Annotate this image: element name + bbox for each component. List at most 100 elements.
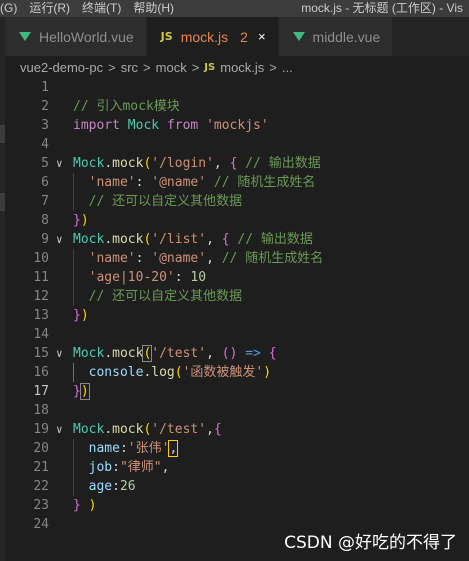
code-line[interactable]: 3 import Mock from 'mockjs' <box>5 116 469 135</box>
code-token: "律师" <box>119 460 162 475</box>
code-token: : <box>119 441 128 456</box>
code-text: name:'张伟', <box>73 439 179 458</box>
code-text: // 还可以自定义其他数据 <box>73 287 242 306</box>
menu-run[interactable]: 运行(R) <box>23 0 76 17</box>
code-text: Mock.mock('/test', () => { <box>73 344 277 363</box>
editor-tabs: HelloWorld.vue JS mock.js 2 × middle.vue <box>5 17 469 56</box>
menu-go[interactable]: (G) <box>0 0 23 17</box>
breadcrumb-item[interactable]: src <box>121 60 138 75</box>
line-number: 4 <box>41 137 49 152</box>
code-line[interactable]: 14 <box>5 325 469 344</box>
code-token: 10 <box>190 270 207 285</box>
code-line[interactable]: 20 name:'张伟', <box>5 439 469 458</box>
code-text: }) <box>73 306 89 325</box>
line-number: 16 <box>33 365 49 380</box>
code-token: Mock <box>73 156 105 171</box>
code-line[interactable]: 11 'age|10-20': 10 <box>5 268 469 287</box>
menu-help[interactable]: 帮助(H) <box>127 0 180 17</box>
code-line[interactable]: 19 ∨ Mock.mock('/test',{ <box>5 420 469 439</box>
code-token: { <box>221 232 230 247</box>
code-token: Mock <box>73 232 105 247</box>
code-line[interactable]: 13}) <box>5 306 469 325</box>
menu-terminal[interactable]: 终端(T) <box>76 0 127 17</box>
fold-chevron-icon[interactable]: ∨ <box>56 230 63 249</box>
code-token: // 引入mock模块 <box>73 99 180 114</box>
code-line[interactable]: 6 'name': '@name' // 随机生成姓名 <box>5 173 469 192</box>
line-number: 20 <box>33 441 49 456</box>
code-line[interactable]: 5 ∨ Mock.mock('/login', { // 输出数据 <box>5 154 469 173</box>
chevron-right-icon: > <box>269 59 277 75</box>
code-editor[interactable]: 1 2 // 引入mock模块 3 import Mock from 'mockjs' 4… <box>5 78 469 534</box>
code-token: . <box>104 422 113 437</box>
code-token: , <box>206 422 214 437</box>
code-token: ) <box>80 213 89 228</box>
code-line[interactable]: 10 'name': '@name', // 随机生成姓名 <box>5 249 469 268</box>
close-icon[interactable]: × <box>258 29 266 44</box>
fold-chevron-icon[interactable]: ∨ <box>56 420 63 439</box>
code-token: 'age|10-20' <box>88 270 175 285</box>
code-token: . <box>104 232 113 247</box>
line-number: 5 <box>41 156 49 171</box>
line-number: 15 <box>33 346 49 361</box>
code-token: { <box>213 422 222 437</box>
code-token: , <box>206 346 222 361</box>
code-line[interactable]: 1 <box>5 78 469 97</box>
breadcrumb-item[interactable]: vue2-demo-pc <box>20 60 103 75</box>
tab-helloworld-vue[interactable]: HelloWorld.vue <box>5 17 147 56</box>
vue-file-icon <box>19 32 31 41</box>
chevron-right-icon: > <box>108 59 116 75</box>
code-line[interactable]: 18 <box>5 401 469 420</box>
code-line[interactable]: 17}) <box>5 382 469 401</box>
code-token: mock <box>112 232 144 247</box>
fold-chevron-icon[interactable]: ∨ <box>56 154 63 173</box>
tab-mock-js[interactable]: JS mock.js 2 × <box>146 17 279 56</box>
code-line[interactable]: 9 ∨ Mock.mock('/list', { // 输出数据 <box>5 230 469 249</box>
breadcrumb-item[interactable]: mock <box>156 60 187 75</box>
tab-label: HelloWorld.vue <box>39 28 134 45</box>
line-number: 2 <box>41 99 49 114</box>
vue-file-icon <box>292 32 305 41</box>
code-line[interactable]: 8}) <box>5 211 469 230</box>
code-token: , <box>206 232 222 247</box>
line-number: 10 <box>33 251 49 266</box>
breadcrumb-item[interactable]: mock.js <box>220 60 264 75</box>
fold-chevron-icon[interactable]: ∨ <box>56 344 63 363</box>
code-text: } ) <box>73 496 96 515</box>
line-number: 21 <box>33 460 49 475</box>
code-line[interactable]: 15 ∨ Mock.mock('/test', () => { <box>5 344 469 363</box>
breadcrumb-item[interactable]: ... <box>282 60 293 75</box>
code-line[interactable]: 12 // 还可以自定义其他数据 <box>5 287 469 306</box>
code-token: : <box>135 251 152 266</box>
code-line[interactable]: 4 <box>5 135 469 154</box>
line-number: 9 <box>41 232 49 247</box>
code-token: : <box>135 175 152 190</box>
code-token: '/login' <box>151 156 214 171</box>
window-title: mock.js - 无标题 (工作区) - Vis <box>301 1 463 15</box>
code-token: // 输出数据 <box>245 156 321 171</box>
code-text: // 引入mock模块 <box>73 97 180 116</box>
tab-label: middle.vue <box>312 28 381 45</box>
code-line[interactable]: 7 // 还可以自定义其他数据 <box>5 192 469 211</box>
code-line[interactable]: 22 age:26 <box>5 477 469 496</box>
code-line[interactable]: 23} ) <box>5 496 469 515</box>
code-line[interactable]: 2 // 引入mock模块 <box>5 97 469 116</box>
code-text: age:26 <box>73 477 136 496</box>
line-number: 17 <box>33 384 49 399</box>
code-token: , <box>206 251 222 266</box>
code-token: log <box>151 365 175 380</box>
code-line[interactable]: 16 console.log('函数被触发') <box>5 363 469 382</box>
code-token: : <box>112 460 120 475</box>
line-number: 8 <box>41 213 49 228</box>
code-line[interactable]: 21 job:"律师", <box>5 458 469 477</box>
tab-middle-vue[interactable]: middle.vue <box>278 17 394 56</box>
code-text: import Mock from 'mockjs' <box>73 116 269 135</box>
